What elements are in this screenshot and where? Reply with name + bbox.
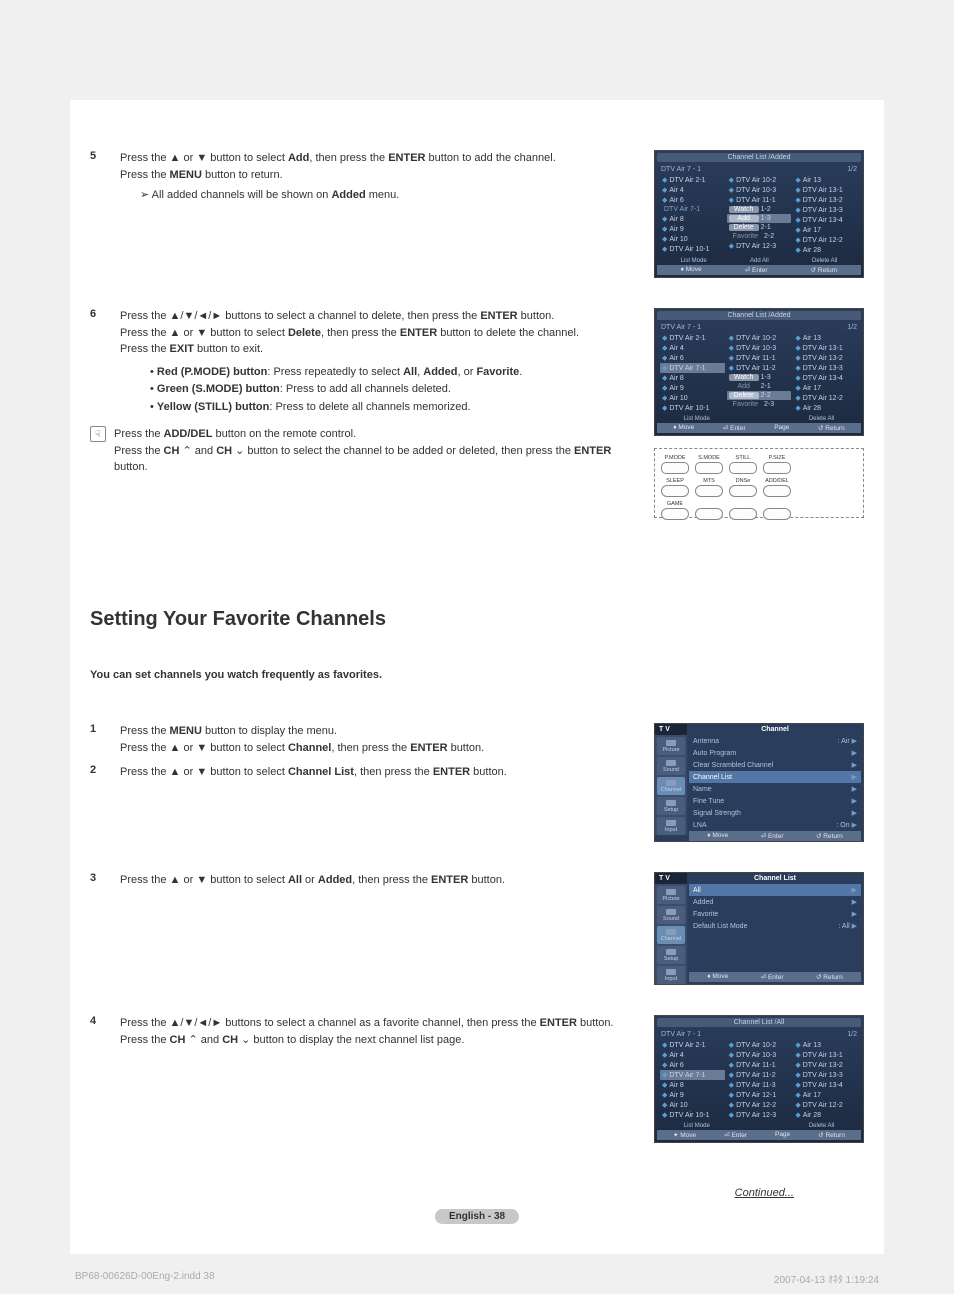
step-3: 3 Press the ▲ or ▼ button to select All … [90, 872, 634, 889]
step-number: 5 [90, 150, 110, 204]
section-title: Setting Your Favorite Channels [90, 608, 864, 631]
smode-button [695, 462, 723, 474]
adddel-button [763, 485, 791, 497]
setup-icon [666, 949, 676, 955]
osd-channel-menu: T V Picture Sound Channel Setup Input Ch… [654, 723, 864, 842]
step-body: Press the ▲ or ▼ button to select Add, t… [120, 150, 634, 204]
sleep-button [661, 485, 689, 497]
sound-icon [666, 909, 676, 915]
osd-channel-list-added-1: Channel List /Added DTV Air 7 - 11/2 ◆DT… [654, 150, 864, 278]
sound-icon [666, 760, 676, 766]
step-2: 2 Press the ▲ or ▼ button to select Chan… [90, 764, 634, 781]
still-button [729, 462, 757, 474]
osd-channel-list-all: Channel List /All DTV Air 7 - 11/2 ◆DTV … [654, 1015, 864, 1143]
continued-label: Continued... [735, 1187, 794, 1199]
game-button [661, 508, 689, 520]
picture-icon [666, 889, 676, 895]
arrow-icon: ➢ [140, 189, 149, 201]
osd-channel-list-added-2: Channel List /Added DTV Air 7 - 11/2 ◆DT… [654, 308, 864, 436]
step-1: 1 Press the MENU button to display the m… [90, 723, 634, 756]
step-4: 4 Press the ▲/▼/◄/► buttons to select a … [90, 1015, 634, 1048]
page-footer: English - 38 [435, 1209, 519, 1224]
pmode-button [661, 462, 689, 474]
step-5: 5 Press the ▲ or ▼ button to select Add,… [90, 150, 634, 204]
hand-icon: ☟ [90, 426, 106, 442]
dnse-button [729, 485, 757, 497]
tip-add-del: ☟ Press the ADD/DEL button on the remote… [90, 426, 634, 476]
input-icon [666, 820, 676, 826]
section-subtitle: You can set channels you watch frequentl… [90, 669, 864, 681]
step-6: 6 Press the ▲/▼/◄/► buttons to select a … [90, 308, 634, 416]
channel-icon [666, 780, 676, 786]
psize-button [763, 462, 791, 474]
channel-icon [666, 929, 676, 935]
remote-buttons: P.MODE S.MODE STILL P.SIZE SLEEP MTS DNS… [654, 448, 864, 518]
picture-icon [666, 740, 676, 746]
print-footer: BP68-00626D-00Eng-2.indd 38 2007-04-13 ｵ… [75, 1271, 879, 1286]
mts-button [695, 485, 723, 497]
setup-icon [666, 800, 676, 806]
osd-channel-list-menu: T V Picture Sound Channel Setup Input Ch… [654, 872, 864, 985]
input-icon [666, 969, 676, 975]
